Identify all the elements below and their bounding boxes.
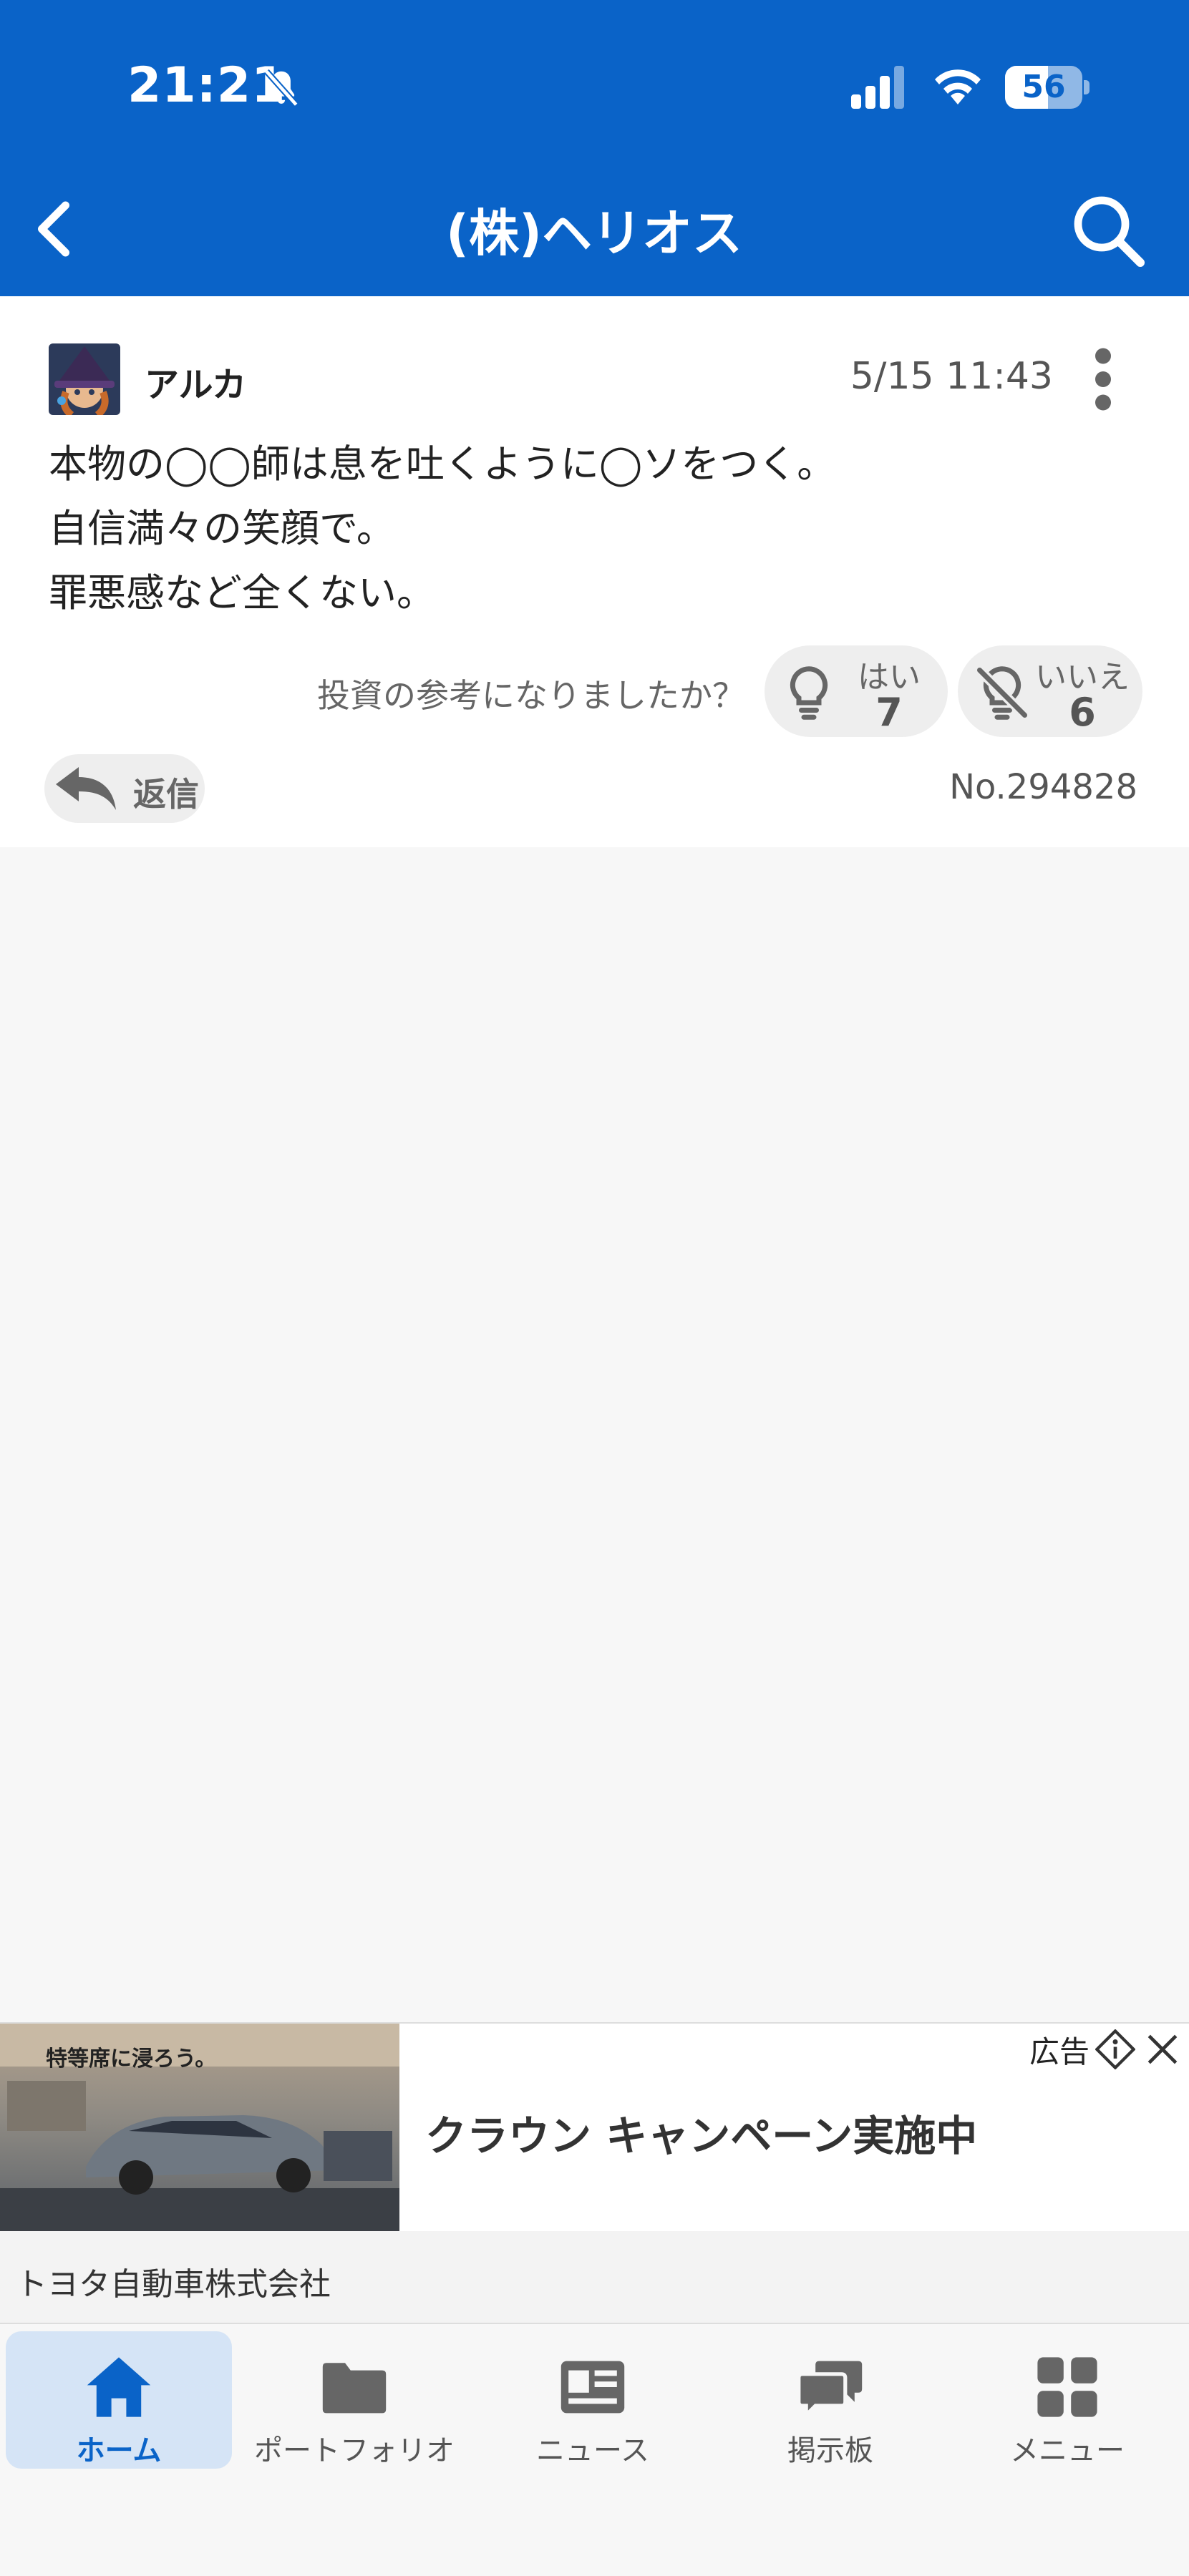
reply-label: 返信 [133, 775, 199, 814]
board-post: アルカ 5/15 11:43 本物の◯◯師は息を吐くように◯ソをつく。 自信満々… [0, 296, 1189, 847]
ad-headline[interactable]: クラウン キャンペーン実施中 [425, 2102, 977, 2162]
more-options-icon[interactable] [1081, 343, 1125, 415]
signal-icon [851, 66, 904, 109]
wifi-icon [935, 69, 981, 104]
search-icon[interactable] [1065, 187, 1151, 273]
vote-yes-count: 7 [875, 690, 903, 735]
post-timestamp: 5/15 11:43 [850, 355, 1053, 398]
reply-arrow-icon [56, 767, 116, 810]
vote-yes-button[interactable]: はい 7 [765, 645, 948, 737]
reply-button[interactable]: 返信 [44, 754, 205, 823]
username[interactable]: アルカ [145, 356, 246, 406]
battery-level: 56 [1021, 69, 1066, 105]
page-title: (株)ヘリオス [446, 204, 742, 263]
nav-label: ニュース [536, 2434, 649, 2467]
ad-image-text: 特等席に浸ろう。 [46, 2046, 217, 2072]
post-body-line: 本物の◯◯師は息を吐くように◯ソをつく。 [49, 441, 836, 487]
nav-label: メニュー [1010, 2434, 1125, 2467]
nav-item-news[interactable]: ニュース [480, 2331, 706, 2469]
ad-banner[interactable]: 特等席に浸ろう。 クラウン キャンペーン実施中 広告 [0, 2022, 1189, 2233]
nav-label: ホーム [76, 2434, 162, 2467]
post-number: No.294828 [949, 767, 1137, 807]
newspaper-icon [560, 2361, 625, 2414]
nav-item-menu[interactable]: メニュー [954, 2331, 1180, 2469]
avatar[interactable] [49, 343, 120, 415]
chat-icon [797, 2361, 863, 2420]
ad-image[interactable]: 特等席に浸ろう。 [0, 2024, 399, 2233]
lightbulb-off-icon [976, 666, 1029, 720]
post-body-line: 自信満々の笑顔で。 [49, 506, 395, 551]
nav-item-board[interactable]: 掲示板 [717, 2331, 943, 2469]
app-header: 21:21 56 (株)ヘリオス [0, 0, 1189, 296]
bottom-nav: ホーム ポートフォリオ ニュース 掲示板 メニュー [0, 2326, 1189, 2576]
ad-label: 広告 [1029, 2034, 1090, 2069]
grid-icon [1037, 2357, 1097, 2417]
home-icon [87, 2357, 151, 2417]
vote-no-button[interactable]: いいえ 6 [958, 645, 1142, 737]
bell-muted-icon [264, 69, 299, 107]
post-body-line: 罪悪感など全くない。 [49, 570, 435, 615]
nav-label: ポートフォリオ [254, 2434, 455, 2467]
close-icon[interactable] [1142, 2029, 1183, 2069]
helpful-question: 投資の参考になりましたか？ [317, 676, 745, 715]
advertiser-bar[interactable]: トヨタ自動車株式会社 [0, 2231, 1189, 2324]
post-body: 本物の◯◯師は息を吐くように◯ソをつく。 自信満々の笑顔で。 罪悪感など全くない… [49, 432, 835, 625]
back-button[interactable] [14, 186, 93, 272]
ad-info-icon[interactable] [1095, 2029, 1135, 2069]
nav-item-portfolio[interactable]: ポートフォリオ [241, 2331, 467, 2469]
lightbulb-icon [790, 666, 828, 720]
advertiser-name: トヨタ自動車株式会社 [16, 2266, 331, 2303]
nav-label: 掲示板 [787, 2434, 873, 2467]
nav-item-home[interactable]: ホーム [6, 2331, 232, 2469]
folder-icon [322, 2363, 387, 2414]
battery-indicator: 56 [1005, 66, 1089, 109]
vote-no-count: 6 [1069, 690, 1096, 735]
